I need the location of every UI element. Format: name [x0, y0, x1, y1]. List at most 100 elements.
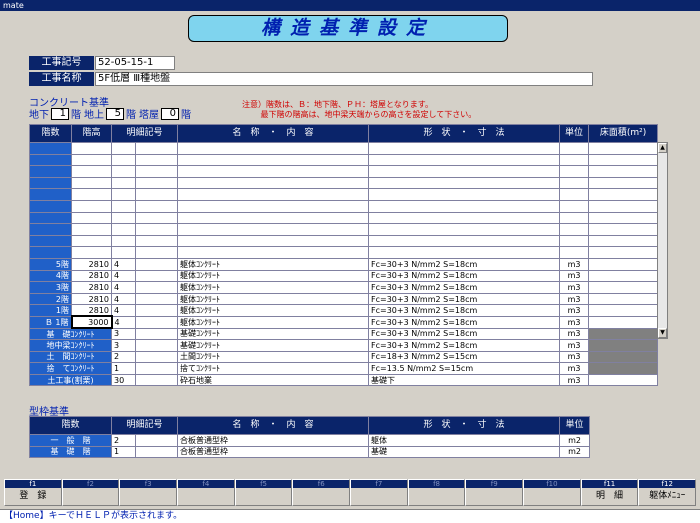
code-cell[interactable]: 2	[111, 350, 136, 364]
code-cell[interactable]: 1	[111, 362, 136, 375]
code-cell[interactable]	[111, 199, 136, 213]
fw-name-cell[interactable]: 合板普通型枠	[177, 445, 370, 459]
code-sub-cell[interactable]	[134, 246, 179, 259]
height-cell[interactable]	[71, 199, 112, 213]
fkey-f9-button[interactable]: f9	[465, 479, 524, 506]
code-cell[interactable]: 4	[111, 292, 136, 306]
code-cell[interactable]	[111, 142, 136, 155]
unit-cell[interactable]: m3	[559, 373, 590, 387]
fw-spec-cell[interactable]: 躯体	[368, 434, 561, 447]
code-sub-cell[interactable]	[134, 199, 179, 213]
unit-cell[interactable]: m3	[559, 327, 590, 341]
fkey-f10-button[interactable]: f10	[523, 479, 581, 506]
height-cell[interactable]	[71, 142, 112, 155]
code-sub-cell[interactable]	[134, 327, 179, 341]
unit-cell[interactable]: m3	[559, 315, 590, 329]
code-sub-cell[interactable]	[134, 211, 179, 225]
name-cell[interactable]	[177, 211, 370, 225]
fkey-f5-button[interactable]: f5	[234, 479, 293, 506]
code-sub-cell[interactable]	[134, 315, 179, 329]
area-cell[interactable]	[588, 188, 659, 201]
spec-cell[interactable]: Fc=30+3 N/mm2 S=18cm	[368, 327, 561, 341]
code-sub-cell[interactable]	[134, 373, 179, 387]
name-cell[interactable]	[177, 176, 370, 190]
height-cell[interactable]: 3000	[70, 315, 113, 329]
fkey-f2-button[interactable]: f2	[61, 479, 120, 506]
code-cell[interactable]	[111, 153, 136, 167]
code-sub-cell[interactable]	[134, 165, 179, 178]
fkey-f4-button[interactable]: f4	[177, 479, 235, 506]
height-cell[interactable]	[71, 153, 112, 167]
spec-cell[interactable]: Fc=30+3 N/mm2 S=18cm	[368, 304, 561, 317]
name-cell[interactable]	[177, 153, 370, 167]
spec-cell[interactable]	[368, 246, 561, 259]
name-cell[interactable]: 砕石地業	[177, 373, 370, 387]
unit-cell[interactable]	[559, 211, 590, 225]
unit-cell[interactable]	[559, 153, 590, 167]
height-cell[interactable]	[71, 211, 112, 225]
code-cell[interactable]: 4	[111, 257, 136, 271]
fkey-f11-button[interactable]: f11 明 細	[580, 479, 639, 506]
code-cell[interactable]: 3	[111, 339, 136, 352]
fw-code-cell[interactable]: 1	[111, 445, 136, 459]
scroll-down-icon[interactable]: ▼	[658, 328, 667, 338]
fw-spec-cell[interactable]: 基礎	[368, 445, 561, 459]
code-sub-cell[interactable]	[134, 257, 179, 271]
code-cell[interactable]	[111, 223, 136, 236]
unit-cell[interactable]	[559, 165, 590, 178]
area-cell[interactable]	[588, 223, 659, 236]
code-cell[interactable]: 3	[111, 327, 136, 341]
name-cell[interactable]	[177, 199, 370, 213]
unit-cell[interactable]: m3	[559, 257, 590, 271]
area-cell[interactable]	[588, 234, 659, 248]
height-cell[interactable]	[71, 165, 112, 178]
unit-cell[interactable]: m3	[559, 269, 590, 283]
spec-cell[interactable]: Fc=30+3 N/mm2 S=18cm	[368, 315, 561, 329]
area-cell[interactable]	[588, 269, 659, 283]
unit-cell[interactable]: m3	[559, 362, 590, 375]
code-cell[interactable]: 4	[111, 269, 136, 283]
spec-cell[interactable]: Fc=30+3 N/mm2 S=18cm	[368, 339, 561, 352]
code-cell[interactable]: 4	[111, 304, 136, 317]
code-sub-cell[interactable]	[134, 223, 179, 236]
unit-cell[interactable]	[559, 142, 590, 155]
code-cell[interactable]	[111, 165, 136, 178]
name-cell[interactable]: 躯体ｺﾝｸﾘｰﾄ	[177, 281, 370, 294]
area-cell[interactable]	[588, 165, 659, 178]
area-cell[interactable]	[588, 211, 659, 225]
koji-kigo-field[interactable]: 52-05-15-1	[95, 56, 175, 70]
area-cell[interactable]	[588, 257, 659, 271]
concrete-scrollbar[interactable]: ▲ ▼	[657, 142, 668, 339]
code-cell[interactable]: 30	[111, 373, 136, 387]
code-sub-cell[interactable]	[134, 339, 179, 352]
name-cell[interactable]: 土間ｺﾝｸﾘｰﾄ	[177, 350, 370, 364]
area-cell[interactable]	[588, 142, 659, 155]
height-cell[interactable]	[71, 246, 112, 259]
code-cell[interactable]	[111, 211, 136, 225]
height-cell[interactable]	[71, 234, 112, 248]
height-cell[interactable]: 2810	[71, 292, 112, 306]
code-sub-cell[interactable]	[134, 142, 179, 155]
code-sub-cell[interactable]	[134, 234, 179, 248]
name-cell[interactable]: 捨てｺﾝｸﾘｰﾄ	[177, 362, 370, 375]
code-sub-cell[interactable]	[134, 176, 179, 190]
name-cell[interactable]: 基礎ｺﾝｸﾘｰﾄ	[177, 327, 370, 341]
height-cell[interactable]	[71, 188, 112, 201]
code-sub-cell[interactable]	[134, 269, 179, 283]
name-cell[interactable]: 躯体ｺﾝｸﾘｰﾄ	[177, 304, 370, 317]
unit-cell[interactable]: m3	[559, 339, 590, 352]
spec-cell[interactable]: Fc=30+3 N/mm2 S=18cm	[368, 257, 561, 271]
code-cell[interactable]	[111, 176, 136, 190]
unit-cell[interactable]: m3	[559, 350, 590, 364]
spec-cell[interactable]	[368, 165, 561, 178]
fkey-f7-button[interactable]: f7	[350, 479, 408, 506]
name-cell[interactable]: 躯体ｺﾝｸﾘｰﾄ	[177, 269, 370, 283]
name-cell[interactable]: 基礎ｺﾝｸﾘｰﾄ	[177, 339, 370, 352]
spec-cell[interactable]: Fc=30+3 N/mm2 S=18cm	[368, 281, 561, 294]
spec-cell[interactable]: Fc=18+3 N/mm2 S=15cm	[368, 350, 561, 364]
spec-cell[interactable]: 基礎下	[368, 373, 561, 387]
fw-name-cell[interactable]: 合板普通型枠	[177, 434, 370, 447]
area-cell[interactable]	[588, 315, 659, 329]
spec-cell[interactable]: Fc=30+3 N/mm2 S=18cm	[368, 292, 561, 306]
spec-cell[interactable]	[368, 199, 561, 213]
